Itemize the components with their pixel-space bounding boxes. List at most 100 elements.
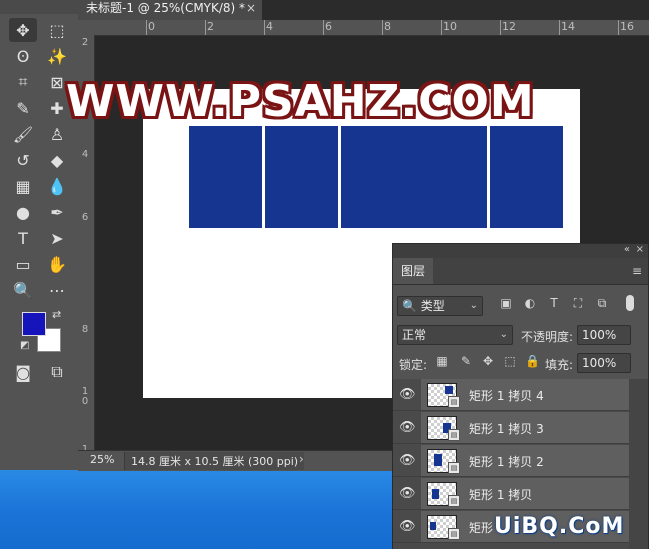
blue-rectangle-1[interactable] — [189, 126, 262, 228]
panel-tab-bar: 图层 ≡ — [393, 258, 648, 285]
shape-filter-icon[interactable]: ⛶ — [571, 296, 585, 311]
filter-toggle[interactable] — [626, 295, 634, 311]
ruler-left-label: 4 — [81, 149, 89, 160]
ruler-top-tick — [146, 20, 147, 35]
default-colors-icon[interactable]: ◩ — [20, 340, 29, 351]
layers-panel: « × 图层 ≡ 🔍 类型 ⌄ ▣ ◐ T ⛶ ⧉ 正常 ⌄ 不透明度: 100% 锁定… — [392, 243, 649, 549]
gradient-tool-icon[interactable]: ▦ — [9, 174, 37, 198]
layer-row[interactable]: 👁 ▤ 矩形 1 拷贝 3 — [393, 412, 648, 444]
ruler-top-tick — [441, 20, 442, 35]
marquee-tool-icon[interactable]: ⬚ — [43, 18, 71, 42]
smart-object-filter-icon[interactable]: ⧉ — [595, 296, 609, 311]
rectangle-tool-icon[interactable]: ▭ — [9, 252, 37, 276]
blend-row: 正常 ⌄ 不透明度: 100% — [393, 322, 648, 348]
thumbnail-shape — [434, 454, 442, 466]
eye-icon[interactable]: 👁 — [399, 519, 416, 534]
path-selection-tool-icon[interactable]: ➤ — [43, 226, 71, 250]
move-tool-icon[interactable]: ✥ — [9, 18, 37, 42]
layers-scrollbar[interactable] — [629, 379, 648, 549]
pen-tool-icon[interactable]: ✒ — [43, 200, 71, 224]
type-tool-icon[interactable]: T — [9, 226, 37, 250]
lock-image-icon[interactable]: ✎ — [459, 354, 473, 368]
dodge-tool-icon[interactable]: ● — [9, 200, 37, 224]
eye-icon[interactable]: 👁 — [399, 453, 416, 468]
history-brush-tool-icon[interactable]: ↺ — [9, 148, 37, 172]
ruler-left-label: 6 — [81, 212, 89, 223]
lock-transparent-icon[interactable]: ▦ — [435, 354, 449, 368]
fill-value: 100% — [582, 356, 617, 370]
smart-object-badge-icon: ▤ — [448, 429, 460, 441]
document-tab[interactable]: 未标题-1 @ 25%(CMYK/8) * × — [78, 0, 262, 20]
opacity-field[interactable]: 100% — [577, 325, 631, 345]
ruler-origin[interactable] — [78, 20, 94, 35]
layer-name[interactable]: 矩形 1 拷贝 3 — [469, 420, 544, 437]
brush-tool-icon[interactable]: 🖌 — [9, 122, 37, 146]
ruler-top-tick — [323, 20, 324, 35]
ruler-top-label: 10 — [443, 20, 457, 33]
blue-rectangle-3[interactable] — [341, 126, 487, 228]
fill-field[interactable]: 100% — [577, 353, 631, 373]
hand-tool-icon[interactable]: ✋ — [43, 252, 71, 276]
adjustment-filter-icon[interactable]: ◐ — [523, 296, 537, 310]
panel-title-strip[interactable]: « × — [393, 244, 648, 258]
eraser-tool-icon[interactable]: ◆ — [43, 148, 71, 172]
chevron-down-icon: ⌄ — [499, 329, 508, 340]
watermark-text: WWW.PSAHZ.COM — [66, 76, 535, 127]
tools-panel-grip[interactable] — [0, 0, 78, 14]
zoom-level[interactable]: 25% — [90, 453, 114, 466]
layer-name[interactable]: 矩形 1 拷贝 4 — [469, 387, 544, 404]
eye-icon[interactable]: 👁 — [399, 486, 416, 501]
magic-wand-tool-icon[interactable]: ✨ — [43, 44, 71, 68]
horizontal-ruler[interactable]: 0 2 4 6 8 10 12 14 16 — [94, 20, 649, 36]
ruler-top-tick — [205, 20, 206, 35]
lock-all-icon[interactable]: 🔒 — [525, 354, 540, 368]
collapse-panel-icon[interactable]: « — [624, 244, 630, 255]
status-menu-arrow-icon[interactable]: › — [299, 452, 304, 466]
ruler-top-tick — [500, 20, 501, 35]
eye-icon[interactable]: 👁 — [399, 387, 416, 402]
ruler-top-tick — [618, 20, 619, 35]
document-tab-title: 未标题-1 @ 25%(CMYK/8) * — [86, 1, 246, 15]
filter-type-dropdown[interactable]: 🔍 类型 ⌄ — [397, 296, 483, 316]
ruler-top-tick — [559, 20, 560, 35]
tab-layers[interactable]: 图层 — [393, 258, 433, 284]
ruler-top-label: 6 — [325, 20, 332, 33]
layer-row[interactable]: 👁 ▤ 矩形 1 拷贝 4 — [393, 379, 648, 411]
screen-mode-icon[interactable]: ⧉ — [43, 360, 71, 384]
swap-colors-icon[interactable]: ⇄ — [52, 308, 61, 321]
eyedropper-tool-icon[interactable]: ✎ — [9, 96, 37, 120]
ruler-top-label: 8 — [384, 20, 391, 33]
layer-name[interactable]: 矩形 1 拷贝 2 — [469, 453, 544, 470]
blend-mode-dropdown[interactable]: 正常 ⌄ — [397, 325, 513, 345]
eye-icon[interactable]: 👁 — [399, 420, 416, 435]
smart-object-badge-icon: ▤ — [448, 462, 460, 474]
zoom-tool-icon[interactable]: 🔍 — [9, 278, 37, 302]
ruler-top-tick — [264, 20, 265, 35]
layer-row[interactable]: 👁 ▤ 矩形 1 拷贝 2 — [393, 445, 648, 477]
layer-name[interactable]: 矩形 — [469, 519, 493, 536]
layer-row[interactable]: 👁 ▤ 矩形 1 拷贝 — [393, 478, 648, 510]
more-tools-icon[interactable]: ⋯ — [43, 278, 71, 302]
panel-menu-icon[interactable]: ≡ — [632, 264, 642, 278]
foreground-color-swatch[interactable] — [22, 312, 46, 336]
blue-rectangle-2[interactable] — [265, 126, 338, 228]
layer-name[interactable]: 矩形 1 拷贝 — [469, 486, 532, 503]
quick-mask-icon[interactable]: ◙ — [9, 360, 37, 384]
type-filter-icon[interactable]: T — [547, 296, 561, 310]
lock-artboard-icon[interactable]: ⬚ — [503, 354, 517, 368]
document-info[interactable]: 14.8 厘米 x 10.5 厘米 (300 ppi) — [124, 452, 305, 470]
site-watermark: UiBQ.CoM — [494, 514, 625, 539]
chevron-down-icon: ⌄ — [469, 300, 478, 311]
ruler-left-label: 8 — [81, 324, 89, 335]
smart-object-badge-icon: ▤ — [448, 495, 460, 507]
close-panel-icon[interactable]: × — [636, 244, 644, 255]
close-tab-icon[interactable]: × — [246, 0, 256, 16]
pixel-filter-icon[interactable]: ▣ — [499, 296, 513, 310]
lock-position-icon[interactable]: ✥ — [481, 354, 495, 368]
crop-tool-icon[interactable]: ⌗ — [9, 70, 37, 94]
ruler-left-label: 2 — [81, 37, 89, 48]
blue-rectangle-4[interactable] — [490, 126, 563, 228]
lasso-tool-icon[interactable]: ʘ — [9, 44, 37, 68]
thumbnail-shape — [445, 386, 453, 394]
blur-tool-icon[interactable]: 💧 — [43, 174, 71, 198]
